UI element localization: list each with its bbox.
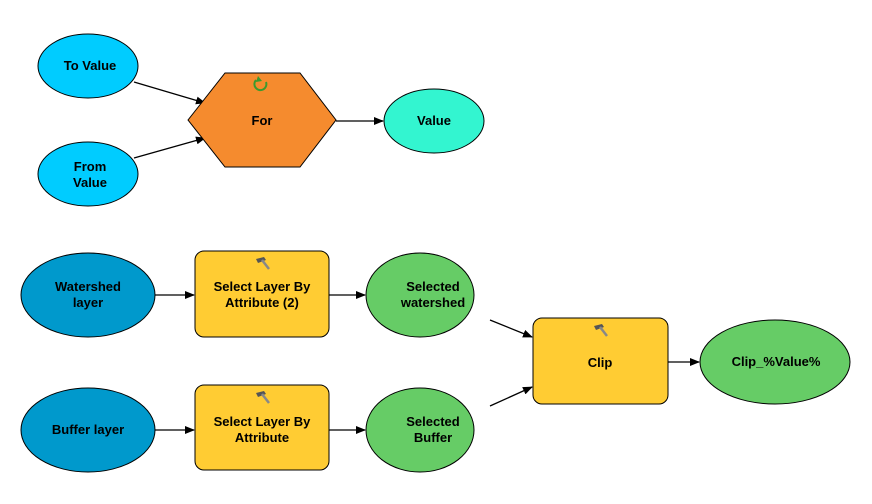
- node-watershed-layer[interactable]: Watershed layer: [20, 252, 156, 338]
- node-label: Attribute: [235, 430, 289, 445]
- edge-selected-watershed-clip[interactable]: [489, 319, 533, 338]
- node-label: Select Layer By: [214, 279, 312, 294]
- edge-selected-buffer-clip[interactable]: [489, 386, 533, 407]
- node-label: Watershed: [55, 279, 121, 294]
- node-label: Attribute (2): [225, 295, 299, 310]
- node-buffer-layer[interactable]: Buffer layer: [20, 387, 156, 473]
- node-label: Selected: [406, 279, 460, 294]
- node-selected-buffer[interactable]: Selected Buffer: [365, 387, 475, 473]
- edge-to-value-for[interactable]: [133, 81, 206, 105]
- node-label: From: [74, 159, 107, 174]
- node-value[interactable]: Value: [383, 88, 485, 154]
- node-label: layer: [73, 295, 103, 310]
- node-select-layer-by-attribute-2[interactable]: Select Layer By Attribute (2): [194, 250, 330, 338]
- node-label: Select Layer By: [214, 414, 312, 429]
- node-label: To Value: [64, 58, 117, 73]
- node-clip-output[interactable]: Clip_%Value%: [699, 319, 851, 405]
- node-selected-watershed[interactable]: Selected watershed: [365, 252, 475, 338]
- node-label: Buffer: [414, 430, 452, 445]
- model-diagram: To Value From Value For Value Watershed …: [20, 33, 851, 473]
- node-clip[interactable]: Clip: [532, 317, 669, 405]
- node-from-value[interactable]: From Value: [37, 141, 139, 207]
- node-label: Selected: [406, 414, 460, 429]
- edge-from-value-for[interactable]: [133, 136, 206, 159]
- node-label: For: [252, 113, 273, 128]
- node-to-value[interactable]: To Value: [37, 33, 139, 99]
- node-for-iterator[interactable]: For: [187, 72, 337, 168]
- node-select-layer-by-attribute[interactable]: Select Layer By Attribute: [194, 384, 330, 471]
- node-label: Clip: [588, 355, 613, 370]
- node-label: Clip_%Value%: [732, 354, 821, 369]
- node-label: Buffer layer: [52, 422, 124, 437]
- node-label: Value: [73, 175, 107, 190]
- node-label: watershed: [400, 295, 465, 310]
- node-label: Value: [417, 113, 451, 128]
